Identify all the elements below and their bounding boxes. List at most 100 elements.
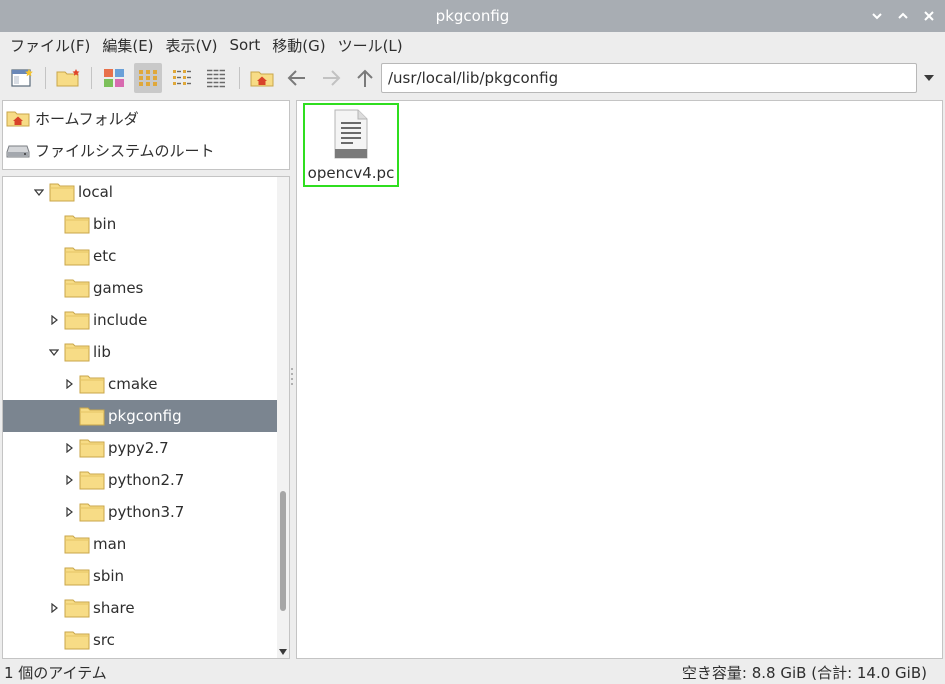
collapsed-arrow-icon[interactable] (47, 313, 61, 327)
tree-item-include[interactable]: include (3, 304, 277, 336)
menu-file[interactable]: ファイル(F) (4, 35, 96, 56)
folder-icon (64, 343, 90, 362)
collapsed-arrow-icon[interactable] (62, 505, 76, 519)
tree-item-label: local (78, 183, 113, 201)
folder-icon (79, 471, 105, 490)
scroll-down-icon[interactable] (279, 649, 287, 655)
item-count: 1 個のアイテム (4, 663, 107, 682)
tree-item-src[interactable]: src (3, 624, 277, 656)
tree-item-label: bin (93, 215, 117, 233)
tree-scrollbar[interactable] (277, 177, 289, 658)
text-file-icon (334, 109, 368, 159)
menu-edit[interactable]: 編集(E) (96, 35, 159, 56)
folder-icon (64, 535, 90, 554)
places-pane: ホームフォルダ ファイルシステムのルート (2, 100, 290, 170)
chevron-down-icon (924, 75, 934, 81)
tree-item-label: man (93, 535, 127, 553)
home-icon (6, 111, 30, 127)
forward-arrow-icon (323, 70, 341, 86)
folder-icon (64, 599, 90, 618)
tree-item-games[interactable]: games (3, 272, 277, 304)
free-space: 空き容量: 8.8 GiB (合計: 14.0 GiB) (681, 663, 927, 682)
path-history-dropdown[interactable] (917, 63, 941, 93)
maximize-button[interactable] (893, 6, 913, 26)
minimize-button[interactable] (867, 6, 887, 26)
up-button[interactable] (351, 63, 379, 93)
tree-item-local[interactable]: local (3, 177, 277, 208)
tree-item-label: pypy2.7 (108, 439, 169, 457)
tree-item-cmake[interactable]: cmake (3, 368, 277, 400)
directory-tree: local bin etc games include lib cmake pkgconfig… (2, 176, 290, 659)
tree-item-python3-7[interactable]: python3.7 (3, 496, 277, 528)
home-icon (250, 71, 274, 87)
place-filesystem-root[interactable]: ファイルシステムのルート (3, 134, 289, 166)
folder-icon (64, 631, 90, 650)
tree-item-label: include (93, 311, 148, 329)
status-bar: 1 個のアイテム 空き容量: 8.8 GiB (合計: 14.0 GiB) (0, 660, 945, 684)
compact-view-button[interactable] (168, 63, 196, 93)
file-name: opencv4.pc (307, 164, 395, 182)
new-folder-button[interactable] (54, 63, 82, 93)
expanded-arrow-icon[interactable] (47, 345, 61, 359)
tree-item-lib[interactable]: lib (3, 336, 277, 368)
place-home-folder[interactable]: ホームフォルダ (3, 102, 289, 134)
menu-go[interactable]: 移動(G) (266, 35, 331, 56)
file-view: opencv4.pc (296, 100, 943, 659)
back-arrow-icon (287, 70, 305, 86)
forward-button[interactable] (317, 63, 345, 93)
tree-item-bin[interactable]: bin (3, 208, 277, 240)
expanded-arrow-icon[interactable] (32, 185, 46, 199)
collapsed-arrow-icon[interactable] (62, 377, 76, 391)
up-arrow-icon (357, 69, 373, 87)
menu-sort[interactable]: Sort (224, 36, 267, 54)
place-label: ホームフォルダ (35, 109, 139, 128)
tree-item-pkgconfig[interactable]: pkgconfig (3, 400, 277, 432)
folder-icon (79, 503, 105, 522)
home-button[interactable] (248, 63, 276, 93)
file-item[interactable]: opencv4.pc (303, 103, 399, 187)
folder-icon (49, 183, 75, 202)
place-label: ファイルシステムのルート (35, 141, 215, 160)
collapsed-arrow-icon[interactable] (62, 473, 76, 487)
tree-item-etc[interactable]: etc (3, 240, 277, 272)
close-button[interactable] (919, 6, 939, 26)
folder-icon (64, 567, 90, 586)
tree-item-share[interactable]: share (3, 592, 277, 624)
tree-item-label: cmake (108, 375, 158, 393)
compact-view-icon (173, 70, 191, 85)
folder-icon (64, 311, 90, 330)
tree-item-sbin[interactable]: sbin (3, 560, 277, 592)
list-view-button[interactable] (202, 63, 230, 93)
menu-view[interactable]: 表示(V) (160, 35, 224, 56)
thumbnail-view-icon (104, 69, 124, 87)
tree-item-man[interactable]: man (3, 528, 277, 560)
collapsed-arrow-icon[interactable] (62, 441, 76, 455)
tree-item-python2-7[interactable]: python2.7 (3, 464, 277, 496)
tree-item-pypy2-7[interactable]: pypy2.7 (3, 432, 277, 464)
icon-view-button[interactable] (134, 63, 162, 93)
tree-item-label: etc (93, 247, 117, 265)
thumbnail-view-button[interactable] (100, 63, 128, 93)
folder-icon (64, 247, 90, 266)
tree-item-label: games (93, 279, 144, 297)
tree-scrollbar-thumb[interactable] (280, 491, 286, 611)
collapsed-arrow-icon[interactable] (47, 601, 61, 615)
path-input[interactable] (388, 69, 916, 87)
window-title: pkgconfig (435, 7, 510, 25)
window-controls (867, 6, 939, 26)
back-button[interactable] (283, 63, 311, 93)
pane-splitter[interactable] (290, 100, 295, 659)
menu-tools[interactable]: ツール(L) (332, 35, 409, 56)
toolbar (0, 58, 945, 98)
path-bar (381, 63, 917, 93)
tree-item-label: lib (93, 343, 111, 361)
tree-item-label: share (93, 599, 135, 617)
new-window-icon (11, 69, 33, 87)
tree-item-label: sbin (93, 567, 125, 585)
new-window-button[interactable] (8, 63, 36, 93)
title-bar[interactable]: pkgconfig (0, 0, 945, 32)
